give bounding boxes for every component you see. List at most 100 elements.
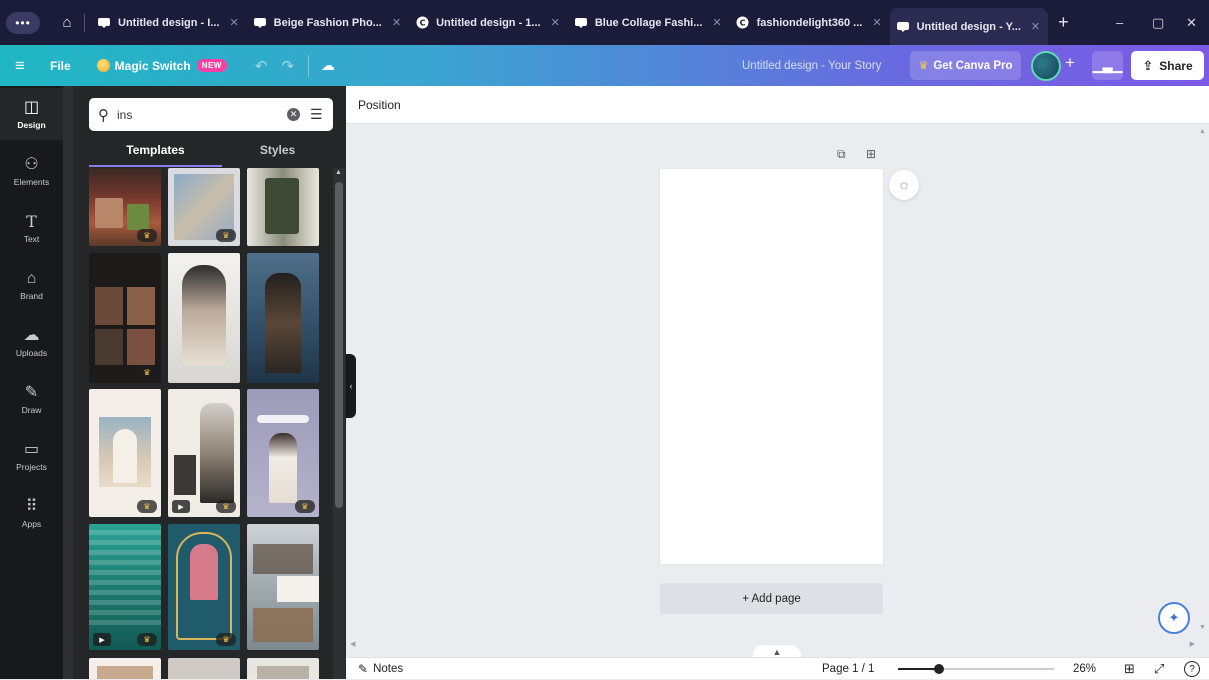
premium-crown-icon: ♛ bbox=[137, 366, 157, 379]
close-tab-icon[interactable]: ✕ bbox=[551, 16, 560, 29]
rail-item-uploads[interactable]: ☁ Uploads bbox=[0, 316, 63, 368]
template-thumbnail[interactable] bbox=[247, 253, 319, 383]
close-tab-icon[interactable]: ✕ bbox=[1031, 20, 1040, 33]
add-page-icon[interactable]: ⊞ bbox=[866, 147, 876, 161]
template-thumbnail[interactable]: ♛ bbox=[89, 168, 161, 246]
side-rail: ◫ Design ⚇ Elements T Text ⌂ Brand ☁ Upl… bbox=[0, 86, 63, 679]
canva-design-icon bbox=[253, 16, 267, 30]
browser-menu-button[interactable]: ••• bbox=[6, 11, 40, 34]
svg-text:C: C bbox=[419, 19, 425, 28]
browser-tab-1[interactable]: Untitled design - I... ✕ bbox=[91, 7, 247, 39]
template-thumbnail[interactable]: ♛ bbox=[247, 389, 319, 517]
search-input[interactable] bbox=[117, 107, 277, 122]
rail-item-label: Elements bbox=[13, 176, 50, 187]
magic-switch-label: Magic Switch bbox=[114, 58, 191, 73]
sparkle-icon: ✦ bbox=[1168, 610, 1180, 625]
scroll-up-arrow-icon[interactable]: ▲ bbox=[1199, 128, 1206, 135]
add-page-button[interactable]: + Add page bbox=[660, 583, 883, 614]
premium-crown-icon: ♛ bbox=[137, 500, 157, 513]
rail-item-design[interactable]: ◫ Design bbox=[0, 88, 63, 140]
home-icon[interactable]: ⌂ bbox=[56, 12, 78, 34]
close-window-icon[interactable]: ✕ bbox=[1186, 0, 1197, 45]
close-tab-icon[interactable]: ✕ bbox=[392, 16, 401, 29]
redo-icon[interactable]: ↷ bbox=[281, 57, 294, 75]
template-thumbnail[interactable] bbox=[168, 658, 240, 679]
page-indicator[interactable]: Page 1 / 1 bbox=[822, 658, 874, 680]
clear-search-icon[interactable]: ✕ bbox=[287, 108, 300, 121]
template-thumbnail[interactable]: ♛ bbox=[168, 524, 240, 650]
help-icon[interactable]: ? bbox=[1184, 661, 1200, 677]
fullscreen-icon[interactable]: ⤢ bbox=[1154, 658, 1164, 680]
premium-crown-icon: ♛ bbox=[216, 500, 236, 513]
close-tab-icon[interactable]: ✕ bbox=[872, 16, 881, 29]
template-thumbnail[interactable]: ▶ ♛ bbox=[168, 389, 240, 517]
scroll-right-arrow-icon[interactable]: ▶ bbox=[1190, 640, 1195, 648]
browser-tab-5[interactable]: C fashiondelight360 ... ✕ bbox=[730, 7, 890, 39]
zoom-slider-handle[interactable] bbox=[933, 664, 944, 674]
design-page-canvas[interactable] bbox=[660, 169, 883, 564]
tab-styles[interactable]: Styles bbox=[222, 143, 333, 167]
grid-view-icon[interactable]: ⊞ bbox=[1124, 658, 1135, 680]
template-thumbnail[interactable] bbox=[168, 253, 240, 383]
rail-item-brand[interactable]: ⌂ Brand bbox=[0, 259, 63, 311]
rail-item-projects[interactable]: ▭ Projects bbox=[0, 430, 63, 482]
tab-title: fashiondelight360 ... bbox=[756, 16, 863, 29]
rail-item-elements[interactable]: ⚇ Elements bbox=[0, 145, 63, 197]
position-button[interactable]: Position bbox=[358, 86, 401, 124]
projects-icon: ▭ bbox=[23, 440, 40, 458]
bar-chart-icon: ▁▃▁ bbox=[1092, 57, 1123, 73]
browser-tab-4[interactable]: Blue Collage Fashi... ✕ bbox=[568, 7, 730, 39]
browser-tab-3[interactable]: C Untitled design - 1... ✕ bbox=[409, 7, 568, 39]
template-thumbnail[interactable] bbox=[247, 658, 319, 679]
magic-switch-icon bbox=[96, 59, 110, 72]
duplicate-page-icon[interactable]: ⧉ bbox=[837, 147, 846, 162]
canvas-vertical-scrollbar[interactable]: ▲ ▼ bbox=[1197, 124, 1209, 640]
apps-icon: ⠿ bbox=[25, 497, 38, 515]
rail-item-text[interactable]: T Text bbox=[0, 202, 63, 254]
template-thumbnail[interactable] bbox=[89, 658, 161, 679]
maximize-icon[interactable]: ▢ bbox=[1152, 0, 1164, 45]
rail-item-apps[interactable]: ⠿ Apps bbox=[0, 487, 63, 539]
browser-tab-2[interactable]: Beige Fashion Pho... ✕ bbox=[247, 7, 409, 39]
template-thumbnail[interactable]: ♛ bbox=[89, 389, 161, 517]
zoom-level[interactable]: 26% bbox=[1073, 658, 1096, 680]
collapse-panel-button[interactable]: ‹ bbox=[346, 354, 356, 418]
close-tab-icon[interactable]: ✕ bbox=[229, 16, 238, 29]
get-canva-pro-button[interactable]: ♛ Get Canva Pro bbox=[910, 51, 1021, 80]
add-comment-button[interactable]: ◌ bbox=[889, 170, 919, 200]
template-thumbnail[interactable]: ▶ ♛ bbox=[89, 524, 161, 650]
scroll-left-arrow-icon[interactable]: ◀ bbox=[350, 640, 355, 648]
scroll-down-arrow-icon[interactable]: ▼ bbox=[1199, 624, 1206, 631]
file-menu[interactable]: File bbox=[50, 59, 71, 73]
magic-switch-button[interactable]: Magic Switch NEW bbox=[96, 58, 227, 73]
rail-item-draw[interactable]: ✎ Draw bbox=[0, 373, 63, 425]
comment-plus-icon: ◌ bbox=[899, 177, 909, 193]
document-title[interactable]: Untitled design - Your Story bbox=[742, 45, 881, 86]
avatar[interactable] bbox=[1031, 51, 1061, 81]
scroll-up-arrow-icon[interactable]: ▲ bbox=[335, 169, 342, 176]
template-search-box[interactable]: ⚲ ✕ ☰ bbox=[89, 98, 333, 131]
template-thumbnail[interactable] bbox=[247, 524, 319, 650]
insights-button[interactable]: ▁▃▁ bbox=[1092, 51, 1123, 80]
hamburger-menu-icon[interactable]: ≡ bbox=[0, 56, 40, 76]
new-tab-button[interactable]: + bbox=[1058, 12, 1069, 33]
add-collaborator-icon[interactable]: + bbox=[1065, 53, 1075, 73]
share-button[interactable]: ⇪ Share bbox=[1131, 51, 1204, 80]
undo-icon[interactable]: ↶ bbox=[255, 57, 268, 75]
template-thumbnail[interactable] bbox=[247, 168, 319, 246]
tab-templates[interactable]: Templates bbox=[89, 143, 222, 167]
minimize-icon[interactable]: – bbox=[1116, 0, 1123, 45]
crown-icon: ♛ bbox=[918, 60, 929, 72]
browser-tab-bar: ••• ⌂ Untitled design - I... ✕ Beige Fas… bbox=[0, 0, 1209, 45]
panel-scrollbar-thumb[interactable] bbox=[335, 182, 343, 508]
browser-tab-6-active[interactable]: Untitled design - Y... ✕ bbox=[889, 8, 1049, 45]
template-thumbnail[interactable]: ♛ bbox=[168, 168, 240, 246]
canva-assistant-button[interactable]: ✦ bbox=[1158, 602, 1190, 634]
cloud-saved-icon[interactable]: ☁ bbox=[321, 57, 335, 74]
tab-title: Beige Fashion Pho... bbox=[273, 16, 382, 29]
notes-button[interactable]: ✎ Notes bbox=[358, 658, 403, 680]
close-tab-icon[interactable]: ✕ bbox=[712, 16, 721, 29]
filter-icon[interactable]: ☰ bbox=[310, 106, 323, 123]
template-thumbnail[interactable]: ♛ bbox=[89, 253, 161, 383]
editor-toolbar: ≡ File Magic Switch NEW ↶ ↷ ☁ Untitled d… bbox=[0, 45, 1209, 86]
